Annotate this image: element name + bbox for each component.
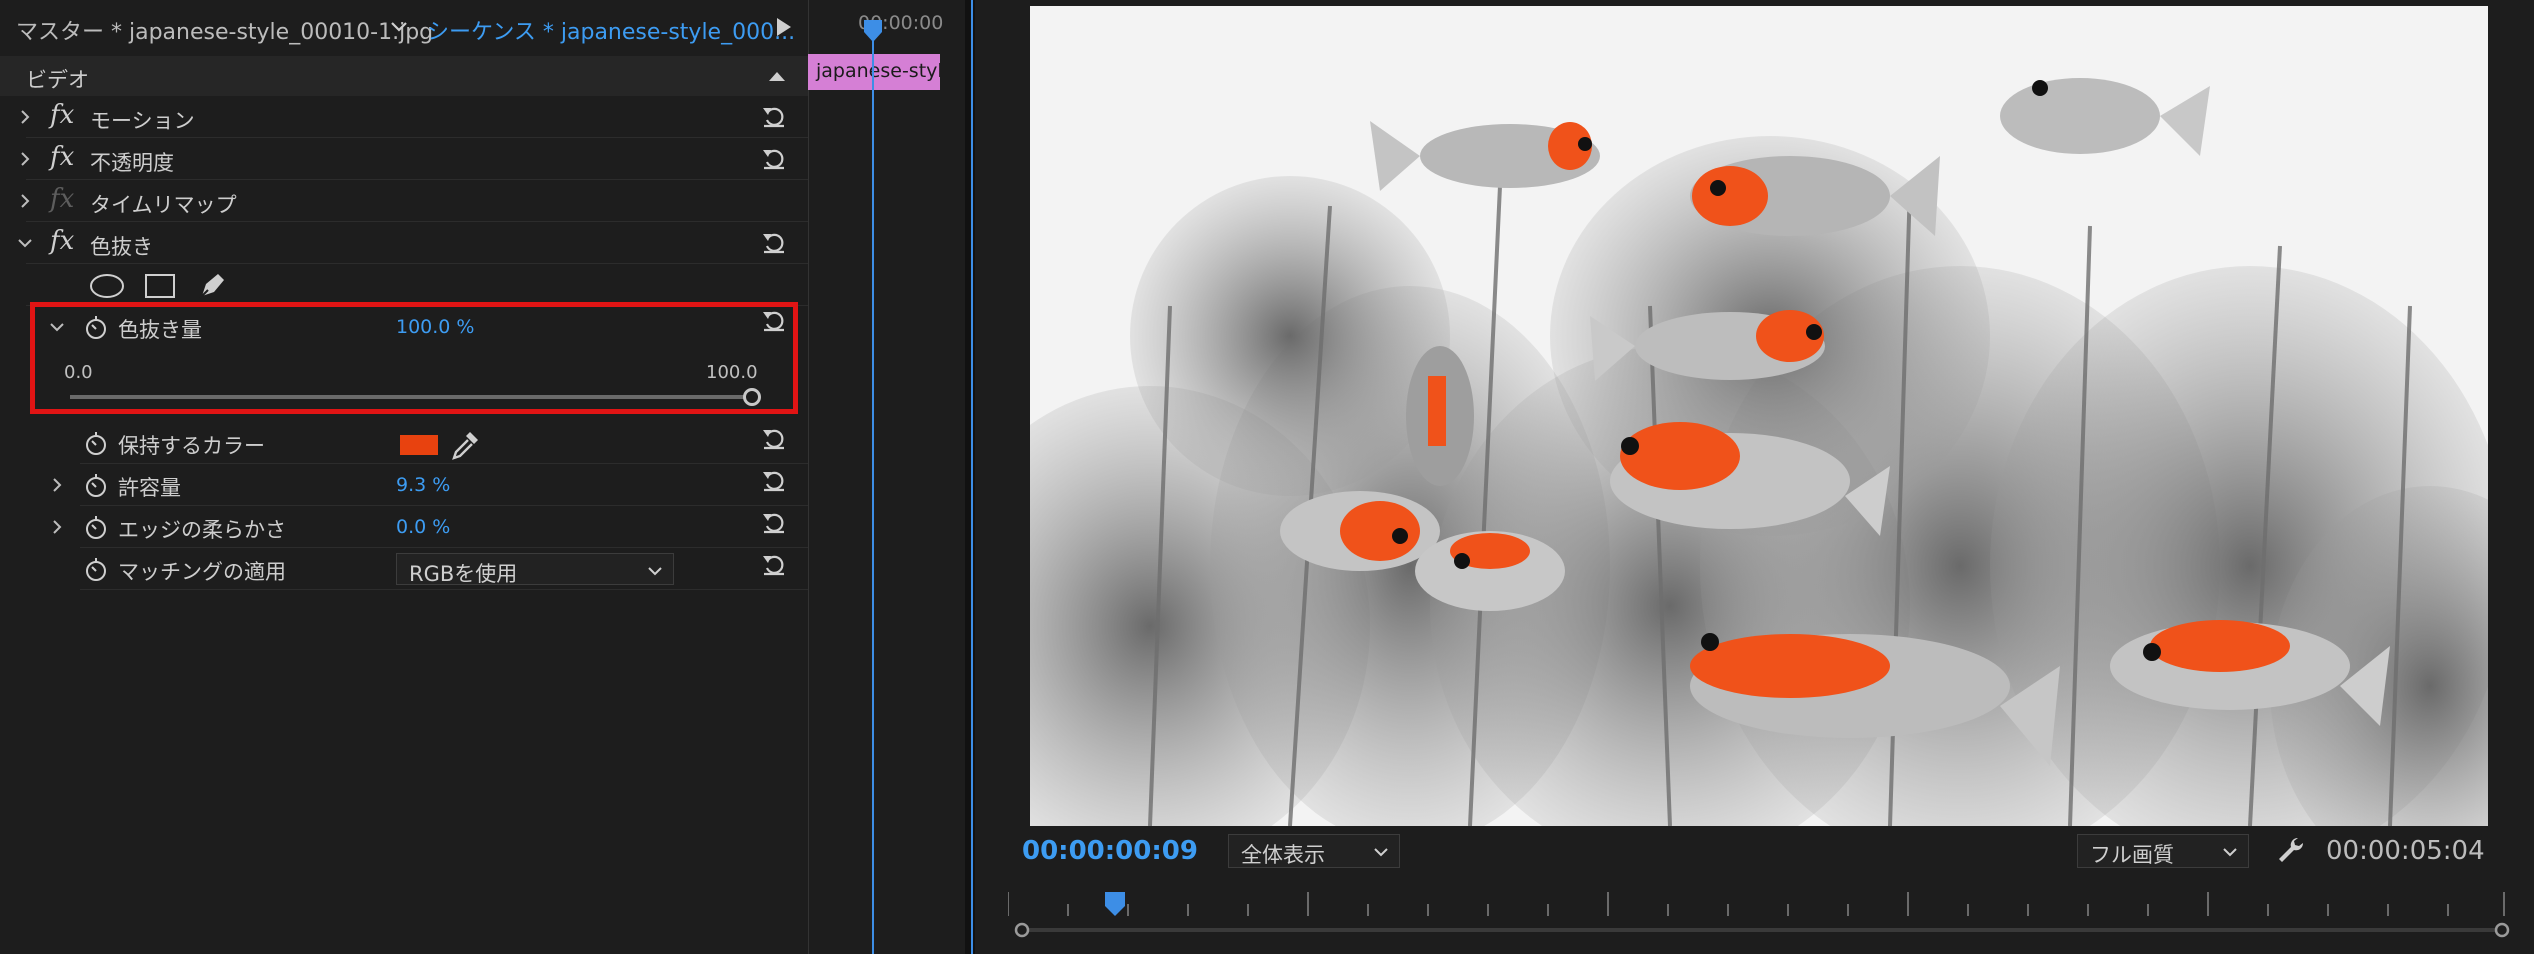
- param-label-amount: 色抜き量: [118, 318, 202, 342]
- stopwatch-icon[interactable]: [84, 556, 108, 582]
- effect-controls-timeline[interactable]: [808, 0, 966, 954]
- param-value-tolerance[interactable]: 9.3 %: [396, 474, 450, 496]
- effect-controls-tab-bar: マスター * japanese-style_00010-1.jpg シーケンス …: [0, 0, 808, 57]
- chevron-down-icon[interactable]: [14, 232, 36, 254]
- playhead-line: [872, 30, 874, 954]
- effect-row-time-remap[interactable]: fx タイムリマップ: [0, 180, 808, 222]
- param-row-edge-softness: エッジの柔らかさ 0.0 %: [0, 506, 808, 548]
- playback-quality-dropdown[interactable]: フル画質: [2077, 834, 2249, 868]
- chevron-down-icon: [1374, 848, 1388, 857]
- slider-thumb[interactable]: [743, 388, 761, 406]
- effect-row-leave-color[interactable]: fx 色抜き: [0, 222, 808, 264]
- playback-quality-value: フル画質: [2090, 843, 2174, 867]
- fx-icon[interactable]: fx: [50, 184, 74, 214]
- wrench-icon[interactable]: [2274, 834, 2306, 866]
- tab-master[interactable]: マスター * japanese-style_00010-1.jpg: [16, 14, 433, 46]
- program-time-ruler[interactable]: [1008, 890, 2508, 920]
- chevron-right-icon[interactable]: [14, 148, 36, 170]
- effect-label-leave-color: 色抜き: [90, 235, 153, 259]
- row-divider: [80, 589, 808, 590]
- zoom-level-value: 全体表示: [1241, 843, 1325, 867]
- fx-icon[interactable]: fx: [50, 142, 74, 172]
- reset-icon[interactable]: [760, 306, 788, 334]
- chevron-down-icon[interactable]: [46, 316, 68, 338]
- video-section-label: ビデオ: [26, 68, 89, 92]
- program-video-frame[interactable]: [1030, 6, 2488, 826]
- fx-icon[interactable]: fx: [50, 226, 74, 256]
- pen-mask-icon[interactable]: [196, 270, 228, 302]
- fx-icon[interactable]: fx: [50, 100, 74, 130]
- timeline-clip-label: japanese-style: [816, 60, 940, 82]
- effect-row-opacity[interactable]: fx 不透明度: [0, 138, 808, 180]
- reset-icon[interactable]: [760, 508, 788, 536]
- param-label-keep-color: 保持するカラー: [118, 434, 265, 458]
- program-playhead-icon[interactable]: [1100, 890, 1130, 918]
- reset-icon[interactable]: [760, 228, 788, 256]
- color-swatch[interactable]: [400, 435, 438, 455]
- reset-icon[interactable]: [760, 424, 788, 452]
- stopwatch-icon[interactable]: [84, 472, 108, 498]
- collapse-up-icon[interactable]: [766, 66, 788, 86]
- playhead-icon[interactable]: [860, 18, 886, 44]
- reset-icon[interactable]: [760, 144, 788, 172]
- reset-icon[interactable]: [760, 466, 788, 494]
- param-row-tolerance: 許容量 9.3 %: [0, 464, 808, 506]
- stopwatch-icon[interactable]: [84, 514, 108, 540]
- param-value-amount[interactable]: 100.0 %: [396, 316, 475, 338]
- match-dropdown[interactable]: RGBを使用: [396, 553, 674, 586]
- chevron-right-icon[interactable]: [14, 106, 36, 128]
- reset-icon[interactable]: [760, 550, 788, 578]
- chevron-right-icon[interactable]: [46, 474, 68, 496]
- duration-timecode: 00:00:05:04: [2326, 836, 2485, 866]
- zoom-level-dropdown[interactable]: 全体表示: [1228, 834, 1400, 868]
- param-row-amount: 色抜き量 100.0 % 0.0 100.0: [0, 306, 808, 412]
- effect-label-motion: モーション: [90, 109, 195, 133]
- param-label-match: マッチングの適用: [118, 560, 286, 584]
- effect-label-opacity: 不透明度: [90, 151, 174, 175]
- video-section-header: ビデオ: [0, 56, 808, 96]
- eyedropper-icon[interactable]: [448, 428, 482, 462]
- effect-row-motion[interactable]: fx モーション: [0, 96, 808, 138]
- panel-focus-line: [971, 0, 973, 954]
- goldfish-image: [1030, 6, 2488, 826]
- param-value-edge-softness[interactable]: 0.0 %: [396, 516, 450, 538]
- slider-min-label: 0.0: [64, 362, 93, 383]
- stopwatch-icon[interactable]: [84, 430, 108, 456]
- effect-label-time-remap: タイムリマップ: [90, 193, 237, 217]
- stopwatch-icon[interactable]: [84, 314, 108, 340]
- chevron-down-icon: [2223, 848, 2237, 857]
- rectangle-mask-icon[interactable]: [144, 272, 176, 300]
- match-dropdown-value: RGBを使用: [409, 562, 518, 586]
- slider-track[interactable]: [70, 395, 752, 399]
- panel-divider[interactable]: [965, 0, 975, 954]
- chevron-down-icon[interactable]: [384, 12, 414, 42]
- reset-icon[interactable]: [760, 102, 788, 130]
- chevron-right-icon[interactable]: [14, 190, 36, 212]
- param-label-edge-softness: エッジの柔らかさ: [118, 518, 286, 542]
- chevron-right-icon[interactable]: [46, 516, 68, 538]
- tab-sequence[interactable]: シーケンス * japanese-style_000...: [427, 14, 795, 46]
- param-label-tolerance: 許容量: [118, 476, 181, 500]
- slider-max-label: 100.0: [706, 362, 758, 383]
- play-icon[interactable]: [770, 14, 796, 40]
- mask-tools-row: [0, 264, 808, 306]
- zoom-scrollbar[interactable]: [1012, 922, 2512, 938]
- chevron-down-icon: [648, 567, 662, 576]
- timeline-clip[interactable]: japanese-style: [808, 54, 940, 90]
- ellipse-mask-icon[interactable]: [88, 272, 126, 300]
- current-timecode[interactable]: 00:00:00:09: [1022, 836, 1198, 866]
